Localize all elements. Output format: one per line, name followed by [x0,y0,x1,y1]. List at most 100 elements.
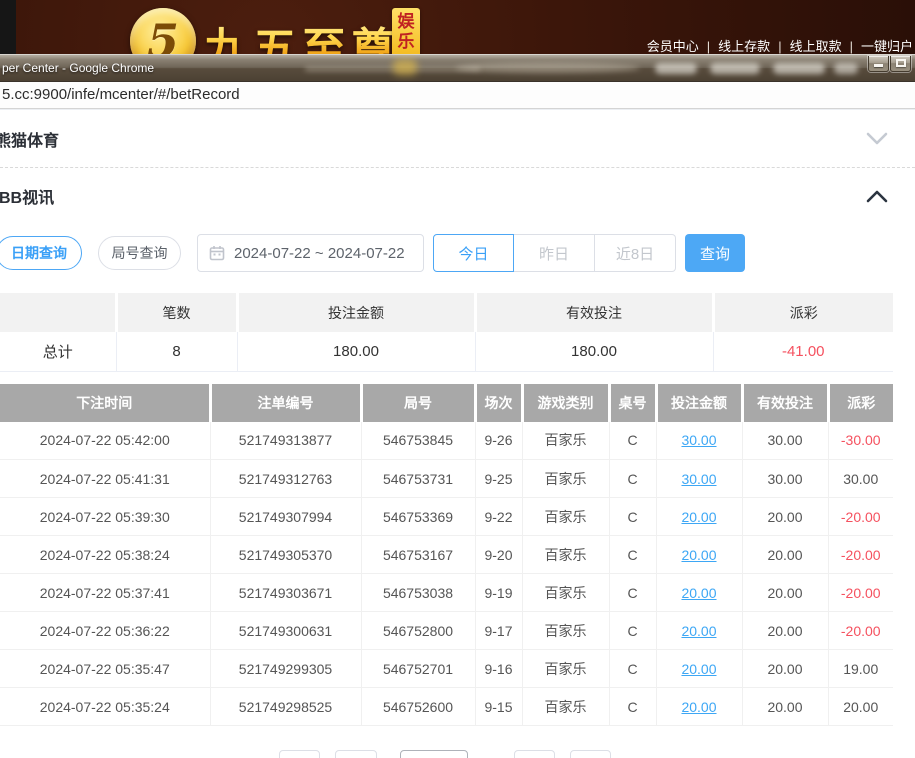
chevron-down-icon[interactable] [866,132,888,146]
cell-round-id: 546753038 [361,574,475,612]
header-payout: 派彩 [828,384,893,422]
maximize-button[interactable] [890,56,911,72]
bet-detail-table: 下注时间 注单编号 局号 场次 游戏类别 桌号 投注金额 有效投注 派彩 202… [0,384,893,727]
blurred-decoration [455,63,640,73]
summary-header-row: 笔数 投注金额 有效投注 派彩 [0,293,893,332]
pagination-button[interactable] [279,750,320,758]
cell-bet-amount[interactable]: 20.00 [656,536,742,574]
cell-session: 9-20 [475,536,522,574]
cell-order-id: 521749303671 [210,574,361,612]
cell-table-id: C [609,574,656,612]
cell-round-id: 546752600 [361,688,475,726]
cell-game-type: 百家乐 [522,536,609,574]
minimize-button[interactable] [868,56,889,72]
nav-separator: | [778,39,781,54]
cell-order-id: 521749299305 [210,650,361,688]
section-bb-video[interactable]: BB视讯 [0,168,915,224]
summary-total-count: 8 [116,332,237,371]
cell-bet-amount[interactable]: 20.00 [656,612,742,650]
cell-table-id: C [609,650,656,688]
cell-order-id: 521749313877 [210,422,361,460]
round-query-tab[interactable]: 局号查询 [98,236,181,270]
cell-order-id: 521749298525 [210,688,361,726]
table-row: 2024-07-22 05:37:41521749303671546753038… [0,574,893,612]
summary-header-valid-bet: 有效投注 [475,293,713,332]
detail-table-body: 2024-07-22 05:42:00521749313877546753845… [0,422,893,726]
cell-payout: 19.00 [828,650,893,688]
nav-withdraw[interactable]: 线上取款 [790,39,842,54]
nav-deposit[interactable]: 线上存款 [718,39,770,54]
cell-valid-bet: 20.00 [742,650,828,688]
table-row: 2024-07-22 05:35:47521749299305546752701… [0,650,893,688]
quick-range-group: 今日 昨日 近8日 [433,234,676,272]
header-bet-amount: 投注金额 [656,384,742,422]
cell-valid-bet: 30.00 [742,422,828,460]
maximize-icon [896,59,906,67]
blurred-user-info [834,63,858,74]
summary-total-bet-amount: 180.00 [237,332,475,371]
nav-member-center[interactable]: 会员中心 [647,39,699,54]
pagination-button[interactable] [514,750,555,758]
cell-payout: -20.00 [828,574,893,612]
summary-header-count: 笔数 [116,293,237,332]
cell-order-id: 521749312763 [210,460,361,498]
window-title: per Center - Google Chrome [2,61,154,75]
cell-bet-amount[interactable]: 20.00 [656,498,742,536]
logo-tag-banner: 娱乐 [392,8,420,55]
browser-address-bar[interactable]: 5.cc:9900/infe/mcenter/#/betRecord [0,82,915,109]
pagination-button[interactable] [335,750,377,758]
browser-titlebar[interactable]: per Center - Google Chrome [0,54,915,82]
nav-one-key-transfer[interactable]: 一键归户 [861,39,913,54]
cell-payout: 30.00 [828,460,893,498]
url-text: 5.cc:9900/infe/mcenter/#/betRecord [2,86,240,103]
bet-record-page: 熊猫体育 BB视讯 日期查询 局号查询 [0,109,915,758]
cell-valid-bet: 20.00 [742,574,828,612]
cell-session: 9-19 [475,574,522,612]
section-panda-sports[interactable]: 熊猫体育 [0,110,915,168]
summary-total-row: 总计 8 180.00 180.00 -41.00 [0,332,893,371]
quick-range-yesterday[interactable]: 昨日 [514,234,595,272]
cell-order-id: 521749305370 [210,536,361,574]
cell-bet-time: 2024-07-22 05:36:22 [0,612,210,650]
minimize-icon [874,64,883,67]
cell-table-id: C [609,422,656,460]
cell-payout: -30.00 [828,422,893,460]
date-query-tab[interactable]: 日期查询 [0,236,82,270]
summary-total-payout: -41.00 [713,332,893,371]
header-valid-bet: 有效投注 [742,384,828,422]
cell-bet-amount[interactable]: 20.00 [656,650,742,688]
cell-payout: -20.00 [828,536,893,574]
blurred-decoration [393,59,417,75]
quick-range-today[interactable]: 今日 [433,234,514,272]
cell-valid-bet: 20.00 [742,612,828,650]
cell-payout: -20.00 [828,498,893,536]
cell-session: 9-15 [475,688,522,726]
summary-header-payout: 派彩 [713,293,893,332]
date-range-input[interactable]: 2024-07-22 ~ 2024-07-22 [197,234,424,272]
cell-valid-bet: 20.00 [742,688,828,726]
cell-bet-amount[interactable]: 30.00 [656,460,742,498]
quick-range-last8days[interactable]: 近8日 [595,234,676,272]
header-bet-time: 下注时间 [0,384,210,422]
header-table-id: 桌号 [609,384,656,422]
cell-bet-time: 2024-07-22 05:41:31 [0,460,210,498]
cell-bet-amount[interactable]: 30.00 [656,422,742,460]
cell-game-type: 百家乐 [522,574,609,612]
cell-bet-time: 2024-07-22 05:38:24 [0,536,210,574]
screen: 5 九五至尊 娱乐 会员中心|线上存款|线上取款|一键归户 per Center… [0,0,915,758]
desktop-left-strip [0,0,16,55]
cell-bet-time: 2024-07-22 05:42:00 [0,422,210,460]
pagination-button[interactable] [570,750,611,758]
cell-round-id: 546752800 [361,612,475,650]
cell-bet-amount[interactable]: 20.00 [656,688,742,726]
cell-round-id: 546753731 [361,460,475,498]
table-row: 2024-07-22 05:42:00521749313877546753845… [0,422,893,460]
cell-round-id: 546753369 [361,498,475,536]
cell-session: 9-16 [475,650,522,688]
chevron-up-icon[interactable] [866,189,888,203]
search-button[interactable]: 查询 [685,234,745,272]
site-header: 5 九五至尊 娱乐 会员中心|线上存款|线上取款|一键归户 [0,0,915,55]
table-row: 2024-07-22 05:35:24521749298525546752600… [0,688,893,726]
pagination-page-size-select[interactable] [400,750,468,758]
cell-bet-amount[interactable]: 20.00 [656,574,742,612]
